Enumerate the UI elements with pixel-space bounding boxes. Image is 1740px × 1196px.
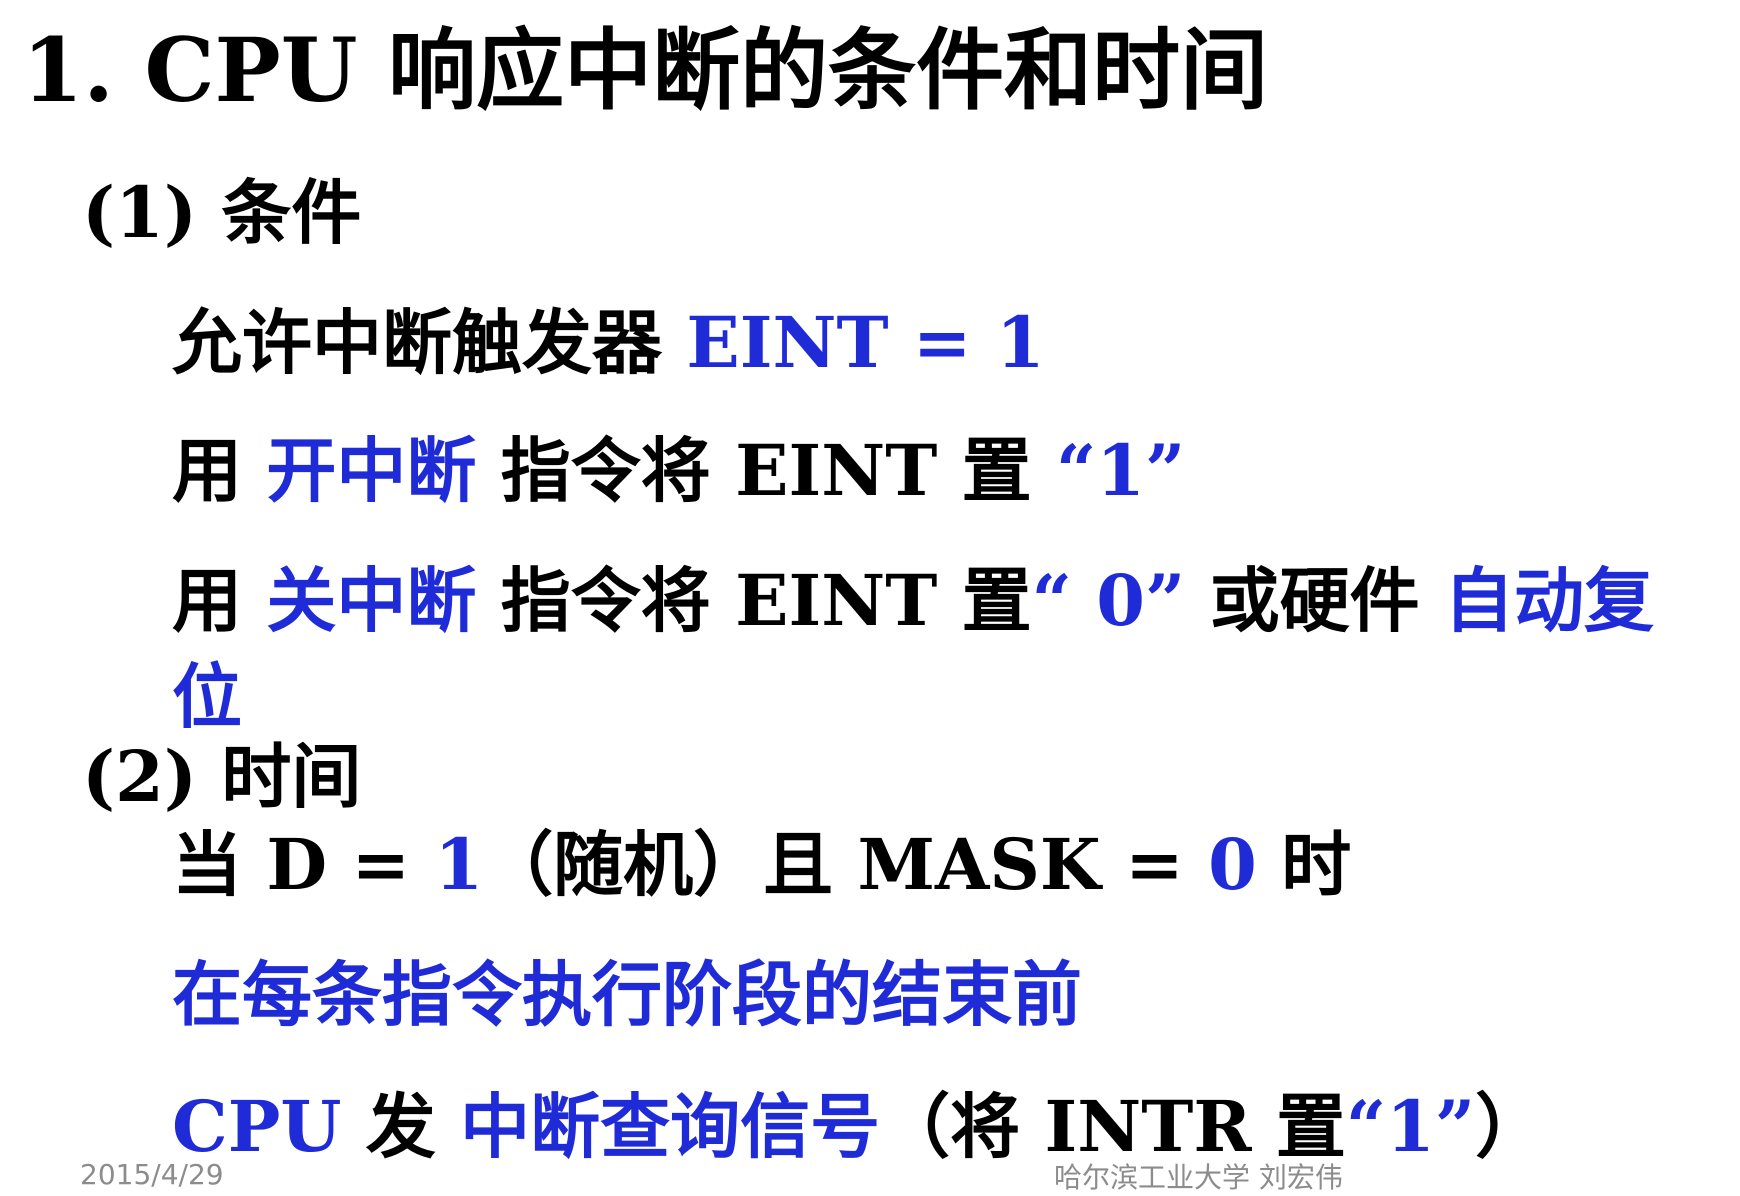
section-time-heading: (2) 时间 (82, 735, 362, 818)
enable-interrupt-middle: 指令将 EINT 置 (476, 429, 1057, 512)
disable-interrupt-value: “ 0” (1031, 559, 1186, 642)
enable-interrupt-prefix: 用 (172, 429, 267, 512)
slide-title: 1. CPU 响应中断的条件和时间 (22, 18, 1269, 122)
disable-interrupt-middle: 指令将 EINT 置 (476, 559, 1032, 642)
time-condition-mask-value: 0 (1208, 823, 1257, 906)
enable-interrupt-value: “1” (1056, 429, 1186, 512)
interrupt-query-p1: 发 (341, 1085, 461, 1168)
footer-author: 哈尔滨工业大学 刘宏伟 (1054, 1161, 1343, 1194)
time-condition-p3: 时 (1256, 823, 1352, 906)
enable-interrupt-instruction: 开中断 (266, 429, 477, 512)
condition-eint-label: 允许中断触发器 (172, 301, 687, 384)
interrupt-query-signal: 中断查询信号 (460, 1085, 881, 1168)
section-conditions-heading: (1) 条件 (82, 171, 362, 254)
auto-reset-text: 自动复 (1444, 559, 1655, 642)
slide: { "title": "1. CPU 响应中断的条件和时间", "section… (0, 0, 1740, 1194)
interrupt-query-p3: ） (1475, 1085, 1546, 1168)
condition-eint-line: 允许中断触发器 EINT = 1 (172, 308, 1045, 378)
auto-reset-continuation: 位 (172, 655, 242, 738)
interrupt-query-line: CPU 发 中断查询信号（将 INTR 置“1”） (172, 1092, 1545, 1162)
time-condition-p1: 当 D = (172, 823, 435, 906)
disable-interrupt-middle2: 或硬件 (1185, 559, 1445, 642)
time-condition-p2: （随机）且 MASK = (483, 823, 1209, 906)
condition-eint-value: EINT = 1 (686, 301, 1045, 384)
disable-interrupt-line: 用 关中断 指令将 EINT 置“ 0” 或硬件 自动复 (172, 566, 1654, 636)
enable-interrupt-line: 用 开中断 指令将 EINT 置 “1” (172, 436, 1185, 506)
footer-date: 2015/4/29 (80, 1158, 224, 1191)
disable-interrupt-prefix: 用 (172, 559, 267, 642)
interrupt-query-value: “1” (1345, 1085, 1476, 1168)
time-condition-d-value: 1 (434, 823, 484, 906)
interrupt-query-cpu: CPU (172, 1085, 342, 1168)
disable-interrupt-instruction: 关中断 (266, 559, 477, 642)
instruction-phase-line: 在每条指令执行阶段的结束前 (172, 953, 1082, 1036)
time-condition-line: 当 D = 1（随机）且 MASK = 0 时 (172, 830, 1351, 900)
